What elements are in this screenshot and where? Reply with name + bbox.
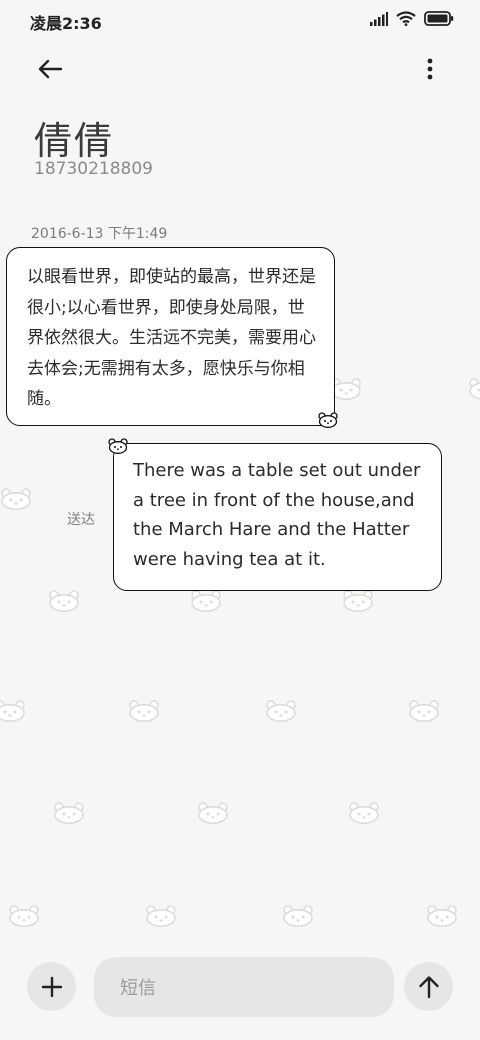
signal-icon (370, 11, 388, 26)
more-options-button[interactable] (418, 54, 442, 84)
more-vertical-icon (427, 58, 433, 80)
wifi-icon (396, 11, 416, 26)
bear-badge-icon (318, 412, 338, 432)
bear-badge-icon (108, 438, 128, 458)
bear-pattern-icon (348, 802, 380, 828)
bear-pattern-icon (0, 488, 32, 514)
message-input[interactable] (118, 957, 382, 1019)
plus-icon (41, 976, 62, 997)
bear-pattern-icon (282, 905, 314, 931)
message-input-container (94, 957, 394, 1019)
sent-message-bubble[interactable]: There was a table set out under a tree i… (113, 443, 442, 591)
arrow-up-icon (418, 975, 439, 998)
contact-name: 倩倩 (34, 119, 115, 163)
send-button[interactable] (404, 962, 453, 1011)
bear-pattern-icon (426, 905, 458, 931)
received-message-text: 以眼看世界，即使站的最高，世界还是很小;以心看世界，即使身处局限，世界依然很大。… (27, 267, 316, 409)
add-attachment-button[interactable] (27, 962, 76, 1011)
sent-message-text: There was a table set out under a tree i… (133, 460, 421, 570)
received-message-bubble[interactable]: 以眼看世界，即使站的最高，世界还是很小;以心看世界，即使身处局限，世界依然很大。… (6, 247, 335, 426)
bear-pattern-icon (265, 700, 297, 726)
bear-pattern-icon (48, 590, 80, 616)
back-arrow-icon (38, 59, 63, 79)
message-timestamp: 2016-6-13 下午1:49 (31, 226, 168, 242)
status-time: 凌晨2:36 (30, 14, 102, 33)
status-icons (370, 11, 454, 26)
bear-pattern-icon (53, 802, 85, 828)
bear-pattern-icon (408, 700, 440, 726)
bear-pattern-icon (190, 590, 222, 616)
bear-pattern-icon (145, 905, 177, 931)
battery-icon (424, 11, 454, 26)
delivery-status: 送达 (67, 512, 95, 528)
back-button[interactable] (34, 54, 66, 84)
bear-pattern-icon (0, 700, 26, 726)
bear-pattern-icon (8, 905, 40, 931)
bear-pattern-icon (468, 378, 480, 404)
bear-pattern-icon (197, 802, 229, 828)
contact-phone: 18730218809 (34, 159, 153, 179)
bear-pattern-icon (342, 590, 374, 616)
bear-pattern-icon (128, 700, 160, 726)
